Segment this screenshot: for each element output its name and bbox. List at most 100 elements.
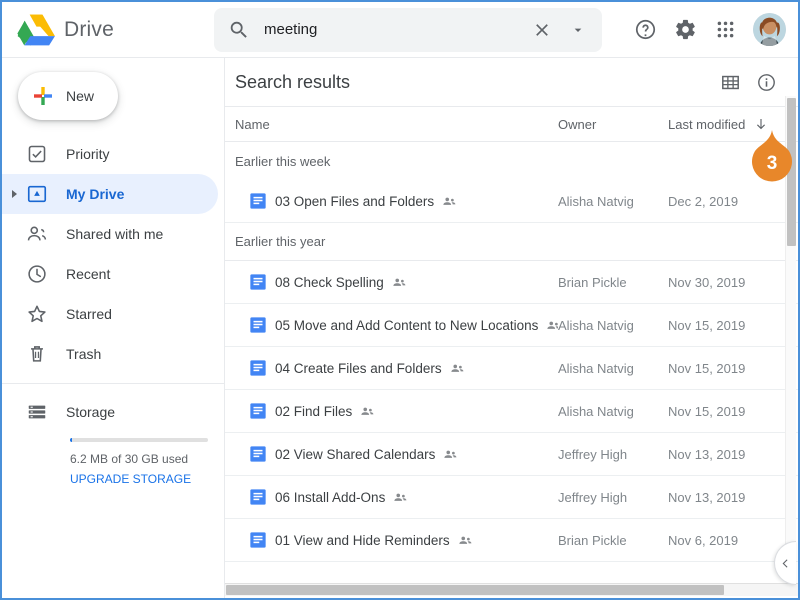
table-row[interactable]: 02 Find Files Alisha Natvig Nov 15, 2019	[225, 390, 798, 433]
storage-link[interactable]: Storage	[2, 392, 224, 432]
file-owner-cell: Alisha Natvig	[558, 403, 634, 419]
grid-view-button[interactable]	[712, 64, 748, 100]
column-header-last-modified-label: Last modified	[668, 116, 746, 132]
google-docs-icon	[250, 489, 266, 505]
file-list: Earlier this week 03 Open Files and Fold…	[225, 142, 798, 562]
sidebar-item-label: Starred	[66, 306, 112, 322]
column-header-owner[interactable]: Owner	[558, 117, 668, 132]
apps-button[interactable]	[707, 12, 743, 48]
people-shared-icon	[361, 407, 374, 415]
file-name-cell: 01 View and Hide Reminders	[225, 531, 558, 549]
storage-label: Storage	[66, 404, 116, 420]
file-owner-cell: Jeffrey High	[558, 489, 628, 505]
google-docs-icon	[250, 193, 266, 209]
file-name-label: 02 Find Files	[275, 403, 353, 419]
help-button[interactable]	[627, 12, 663, 48]
avatar[interactable]	[753, 13, 786, 46]
arrow-down-icon	[757, 119, 766, 130]
column-headers: Name Owner Last modified	[225, 106, 798, 142]
brand-area[interactable]: Drive	[2, 13, 214, 47]
file-name-label: 03 Open Files and Folders	[275, 193, 435, 209]
file-modified-cell: Dec 2, 2019	[668, 193, 739, 209]
settings-button[interactable]	[667, 12, 703, 48]
clear-search-button[interactable]	[524, 12, 560, 48]
file-modified-cell: Nov 15, 2019	[668, 403, 746, 419]
people-shared-icon	[450, 364, 463, 372]
google-docs-icon	[250, 446, 266, 462]
user-avatar	[753, 13, 786, 46]
chevron-left-icon	[782, 558, 788, 568]
column-header-last-modified[interactable]: Last modified	[668, 116, 798, 132]
file-name-label: 08 Check Spelling	[275, 274, 384, 290]
group-label: Earlier this week	[235, 153, 331, 169]
drive-folder-icon	[27, 185, 47, 203]
google-docs-icon	[250, 274, 266, 290]
brand-title: Drive	[64, 17, 115, 41]
file-modified-cell: Nov 15, 2019	[668, 360, 746, 376]
table-row[interactable]: 03 Open Files and Folders Alisha Natvig …	[225, 180, 798, 223]
storage-progress-fill	[70, 438, 73, 442]
file-name-label: 06 Install Add-Ons	[275, 489, 386, 505]
drive-window: Drive meeting New Priority My Drive Shar…	[0, 0, 800, 600]
close-icon	[536, 23, 548, 36]
new-button[interactable]: New	[18, 72, 118, 120]
storage-progress-bar	[70, 438, 208, 442]
sidebar-item-my-drive[interactable]: My Drive	[2, 174, 218, 214]
file-modified-cell: Nov 30, 2019	[668, 274, 746, 290]
file-name-label: 02 View Shared Calendars	[275, 446, 436, 462]
people-shared-icon	[444, 450, 457, 458]
google-drive-logo	[17, 14, 55, 45]
sidebar-item-label: Shared with me	[66, 226, 164, 242]
file-name-label: 04 Create Files and Folders	[275, 360, 442, 376]
sidebar-item-label: Trash	[66, 346, 102, 362]
expand-triangle-icon[interactable]	[12, 190, 17, 198]
file-owner-cell: Alisha Natvig	[558, 360, 634, 376]
sidebar-item-recent[interactable]: Recent	[2, 254, 218, 294]
people-icon	[27, 226, 47, 241]
table-row[interactable]: 05 Move and Add Content to New Locations…	[225, 304, 798, 347]
search-options-button[interactable]	[560, 12, 596, 48]
horizontal-scrollbar[interactable]	[225, 583, 798, 596]
table-row[interactable]: 01 View and Hide Reminders Brian Pickle …	[225, 519, 798, 562]
horizontal-scrollbar-thumb[interactable]	[226, 585, 724, 595]
search-input[interactable]	[264, 21, 524, 38]
search-area	[214, 7, 602, 52]
details-info-button[interactable]	[748, 64, 784, 100]
plus-icon	[34, 87, 52, 105]
table-row[interactable]: 02 View Shared Calendars Jeffrey High No…	[225, 433, 798, 476]
file-modified-cell: Nov 15, 2019	[668, 317, 746, 333]
file-name-cell: 02 Find Files	[225, 402, 558, 420]
page-title: Search results	[235, 71, 351, 92]
apps-grid-icon	[717, 21, 733, 38]
group-label: Earlier this year	[225, 223, 798, 261]
file-name-cell: 04 Create Files and Folders	[225, 359, 558, 377]
chevron-down-icon	[574, 28, 582, 32]
grid-view-icon	[721, 75, 739, 89]
storage-icon	[28, 405, 46, 419]
storage-usage-text: 6.2 MB of 30 GB used	[70, 452, 189, 466]
table-row[interactable]: 04 Create Files and Folders Alisha Natvi…	[225, 347, 798, 390]
upgrade-storage-link[interactable]: UPGRADE STORAGE	[70, 472, 191, 486]
top-bar: Drive	[2, 2, 798, 58]
check-circle-icon	[28, 145, 46, 163]
vertical-scrollbar-thumb[interactable]	[787, 98, 796, 246]
table-row[interactable]: 08 Check Spelling Brian Pickle Nov 30, 2…	[225, 261, 798, 304]
file-owner-cell: Brian Pickle	[558, 274, 627, 290]
help-circle-icon	[635, 19, 655, 40]
sidebar-item-shared-with-me[interactable]: Shared with me	[2, 214, 218, 254]
trash-icon	[31, 346, 43, 362]
file-owner-cell: Alisha Natvig	[558, 193, 634, 209]
star-icon	[28, 305, 46, 323]
main-content: Search results Name Owner Last modified	[225, 58, 798, 598]
vertical-scrollbar[interactable]	[785, 96, 796, 574]
sidebar-item-trash[interactable]: Trash	[2, 334, 218, 374]
info-circle-icon	[757, 73, 775, 91]
gear-icon	[675, 19, 695, 40]
table-row[interactable]: 06 Install Add-Ons Jeffrey High Nov 13, …	[225, 476, 798, 519]
search-box[interactable]	[214, 7, 602, 52]
column-header-name[interactable]: Name	[225, 117, 558, 132]
people-shared-icon	[394, 493, 407, 501]
sidebar-item-starred[interactable]: Starred	[2, 294, 218, 334]
sidebar-item-priority[interactable]: Priority	[2, 134, 218, 174]
google-docs-icon	[250, 317, 266, 333]
